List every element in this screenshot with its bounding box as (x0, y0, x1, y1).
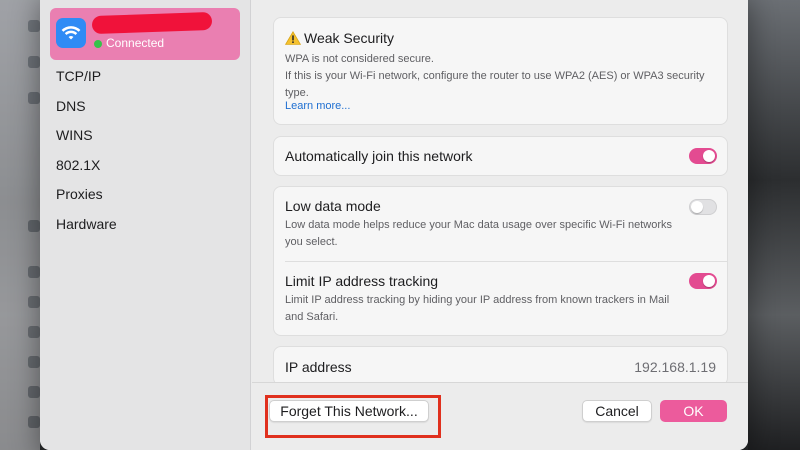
background-icon (28, 56, 40, 68)
selected-network-card[interactable]: Connected (50, 8, 240, 60)
row-divider (285, 261, 727, 262)
sidebar-item-proxies[interactable]: Proxies (56, 184, 117, 214)
redacted-network-name (91, 11, 213, 35)
ok-button[interactable]: OK (660, 400, 727, 422)
background-icon (28, 266, 40, 278)
warning-desc-line: If this is your Wi-Fi network, configure… (285, 70, 705, 99)
toggle-knob (691, 201, 703, 213)
background-icon (28, 92, 40, 104)
sidebar-item-hardware[interactable]: Hardware (56, 214, 117, 244)
background-icon (28, 326, 40, 338)
limit-ip-label: Limit IP address tracking (285, 273, 439, 289)
forget-network-button[interactable]: Forget This Network... (269, 400, 429, 422)
warning-title: Weak Security (304, 30, 394, 46)
security-warning-panel: Weak Security WPA is not considered secu… (273, 17, 728, 125)
warning-icon (285, 31, 301, 45)
toggle-knob (703, 275, 715, 287)
warning-desc-line: WPA is not considered secure. (285, 53, 434, 65)
sidebar-item-wins[interactable]: WINS (56, 125, 117, 155)
sidebar-item-tcpip[interactable]: TCP/IP (56, 66, 117, 96)
background-icon (28, 20, 40, 32)
background-window (0, 0, 40, 450)
auto-join-panel: Automatically join this network (273, 136, 728, 176)
ip-address-panel: IP address 192.168.1.19 (273, 346, 728, 386)
sidebar-item-8021x[interactable]: 802.1X (56, 155, 117, 185)
ip-address-label: IP address (285, 359, 352, 375)
auto-join-toggle[interactable] (689, 148, 717, 164)
low-data-description: Low data mode helps reduce your Mac data… (285, 219, 673, 248)
background-icon (28, 296, 40, 308)
connected-status-dot (94, 40, 102, 48)
toggle-knob (703, 150, 715, 162)
low-data-toggle[interactable] (689, 199, 717, 215)
privacy-settings-panel: Low data mode Low data mode helps reduce… (273, 186, 728, 336)
limit-ip-description: Limit IP address tracking by hiding your… (285, 294, 670, 323)
low-data-label: Low data mode (285, 198, 381, 214)
sidebar-nav: TCP/IP DNS WINS 802.1X Proxies Hardware (56, 66, 117, 244)
network-details-dialog: Connected TCP/IP DNS WINS 802.1X Proxies… (40, 0, 748, 450)
background-icon (28, 386, 40, 398)
auto-join-label: Automatically join this network (285, 148, 473, 164)
background-icon (28, 416, 40, 428)
warning-description: WPA is not considered secure. If this is… (285, 51, 725, 102)
dialog-footer: Forget This Network... Cancel OK (252, 382, 748, 450)
connection-status: Connected (106, 36, 165, 50)
wifi-icon (56, 18, 86, 48)
learn-more-link[interactable]: Learn more... (285, 100, 350, 112)
sidebar: Connected TCP/IP DNS WINS 802.1X Proxies… (40, 0, 251, 450)
cancel-button[interactable]: Cancel (582, 400, 652, 422)
background-icon (28, 356, 40, 368)
warning-heading: Weak Security (285, 30, 394, 46)
details-pane: Weak Security WPA is not considered secu… (252, 0, 748, 450)
desktop-wallpaper (748, 0, 800, 450)
ip-address-value: 192.168.1.19 (634, 359, 716, 375)
limit-ip-toggle[interactable] (689, 273, 717, 289)
background-icon (28, 220, 40, 232)
sidebar-item-dns[interactable]: DNS (56, 96, 117, 126)
